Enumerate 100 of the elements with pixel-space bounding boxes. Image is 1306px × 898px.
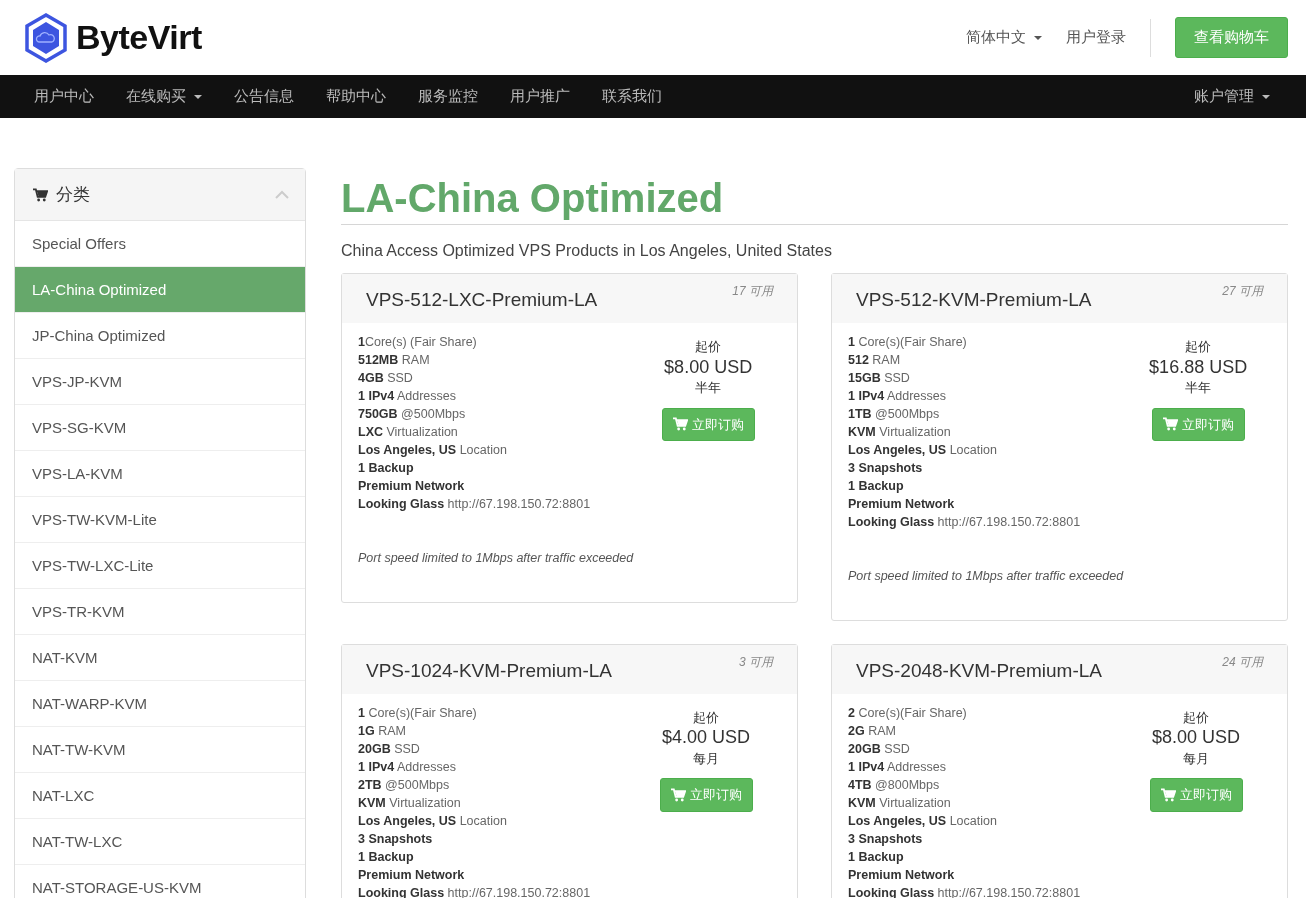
spec-line: Looking Glass http://67.198.150.72:8801 — [358, 496, 592, 513]
nav-link[interactable]: 服务监控 — [402, 85, 494, 108]
availability-count: 24 可用 — [1222, 653, 1263, 671]
page-subtitle: China Access Optimized VPS Products in Los Angeles, United States — [341, 241, 833, 261]
spec-line: Los Angeles, US Location — [358, 812, 508, 830]
caret-icon — [1262, 94, 1270, 99]
login-link[interactable]: 用户登录 — [1066, 26, 1126, 49]
sidebar-item[interactable]: NAT-LXC — [15, 773, 305, 819]
cart-icon — [670, 788, 686, 803]
spec-line: 750GB @500Mbps — [358, 406, 467, 423]
product-name: VPS-512-KVM-Premium-LA — [856, 288, 1092, 312]
price-label: 起价 — [1183, 708, 1209, 727]
sidebar-item[interactable]: VPS-LA-KVM — [15, 451, 305, 497]
spec-line: 2G RAM — [848, 722, 897, 740]
nav-link[interactable]: 帮助中心 — [310, 85, 402, 108]
nav-link[interactable]: 在线购买 — [110, 85, 218, 108]
spec-line: Looking Glass http://67.198.150.72:8801 — [848, 514, 1082, 531]
product-note: Port speed limited to 1Mbps after traffic exceeded — [848, 568, 1124, 585]
spec-line: 3 Snapshots — [358, 830, 434, 848]
spec-line: 2TB @500Mbps — [358, 776, 451, 794]
spec-line: Premium Network — [848, 866, 956, 884]
spec-line: Premium Network — [848, 496, 956, 513]
spec-line: 4GB SSD — [358, 370, 414, 387]
price: $8.00 USD — [1151, 727, 1241, 749]
sidebar-item[interactable]: NAT-STORAGE-US-KVM — [15, 865, 305, 898]
spec-line: 20GB SSD — [358, 740, 421, 758]
language-dropdown[interactable]: 简体中文 — [966, 26, 1042, 49]
nav-link[interactable]: 联系我们 — [586, 85, 678, 108]
chevron-up-icon[interactable] — [275, 190, 289, 199]
sidebar-item[interactable]: VPS-TW-LXC-Lite — [15, 543, 305, 589]
cart-icon — [1162, 417, 1178, 432]
spec-line: 512 RAM — [848, 352, 902, 369]
price-label: 起价 — [695, 338, 722, 356]
cart-icon — [672, 417, 688, 432]
sidebar-item[interactable]: NAT-KVM — [15, 635, 305, 681]
sidebar-title: 分类 — [56, 183, 90, 206]
spec-line: Premium Network — [358, 478, 466, 495]
spec-line: 1 IPv4 Addresses — [848, 388, 947, 405]
spec-line: 1 Core(s)(Fair Share) — [358, 704, 478, 722]
spec-line: 1 Core(s)(Fair Share) — [848, 334, 968, 351]
product-name: VPS-1024-KVM-Premium-LA — [366, 658, 613, 683]
spec-line: 1 Backup — [358, 848, 415, 866]
spec-line: Los Angeles, US Location — [848, 442, 998, 459]
product-name: VPS-2048-KVM-Premium-LA — [856, 658, 1103, 683]
account-menu[interactable]: 账户管理 — [1178, 85, 1286, 108]
spec-line: 20GB SSD — [848, 740, 911, 758]
nav-link[interactable]: 用户推广 — [494, 85, 586, 108]
spec-line: 1Core(s) (Fair Share) — [358, 334, 478, 351]
price: $4.00 USD — [661, 727, 751, 749]
spec-line: KVM Virtualization — [358, 794, 462, 812]
spec-line: 15GB SSD — [848, 370, 911, 387]
spec-line: 3 Snapshots — [848, 460, 924, 477]
cart-icon — [33, 188, 48, 203]
caret-icon — [194, 94, 202, 99]
sidebar-item[interactable]: VPS-JP-KVM — [15, 359, 305, 405]
sidebar-item[interactable]: VPS-TW-KVM-Lite — [15, 497, 305, 543]
spec-line: 1TB @500Mbps — [848, 406, 941, 423]
caret-icon — [1034, 35, 1042, 40]
logo-text[interactable]: ByteVirt — [76, 12, 202, 63]
price: $8.00 USD — [664, 356, 753, 379]
sidebar-item[interactable]: JP-China Optimized — [15, 313, 305, 359]
spec-line: 1G RAM — [358, 722, 407, 740]
sidebar-item[interactable]: NAT-TW-KVM — [15, 727, 305, 773]
billing-cycle: 半年 — [1185, 379, 1212, 398]
spec-line: 1 Backup — [848, 848, 905, 866]
availability-count: 17 可用 — [732, 283, 773, 300]
availability-count: 3 可用 — [739, 653, 773, 671]
sidebar-item[interactable]: NAT-TW-LXC — [15, 819, 305, 865]
billing-cycle: 每月 — [1183, 749, 1209, 768]
spec-line: KVM Virtualization — [848, 424, 952, 441]
sidebar-item[interactable]: VPS-TR-KVM — [15, 589, 305, 635]
nav-link[interactable]: 公告信息 — [218, 85, 310, 108]
spec-line: Premium Network — [358, 866, 466, 884]
price: $16.88 USD — [1149, 356, 1248, 379]
spec-line: 512MB RAM — [358, 352, 431, 369]
cart-icon — [1160, 788, 1176, 803]
spec-line: 1 Backup — [848, 478, 905, 495]
product-name: VPS-512-LXC-Premium-LA — [366, 288, 598, 312]
billing-cycle: 半年 — [695, 379, 722, 398]
spec-line: 1 Backup — [358, 460, 415, 477]
spec-line: 4TB @800Mbps — [848, 776, 941, 794]
logo-icon — [24, 12, 68, 63]
spec-line: 3 Snapshots — [848, 830, 924, 848]
spec-line: KVM Virtualization — [848, 794, 952, 812]
spec-line: 1 IPv4 Addresses — [358, 388, 457, 405]
product-note: Port speed limited to 1Mbps after traffic exceeded — [358, 550, 634, 567]
spec-line: Los Angeles, US Location — [848, 812, 998, 830]
availability-count: 27 可用 — [1222, 283, 1263, 300]
nav-link[interactable]: 用户中心 — [18, 85, 110, 108]
page-title: LA-China Optimized — [341, 175, 725, 222]
sidebar-item[interactable]: NAT-WARP-KVM — [15, 681, 305, 727]
spec-line: 1 IPv4 Addresses — [848, 758, 947, 776]
spec-line: 1 IPv4 Addresses — [358, 758, 457, 776]
spec-line: LXC Virtualization — [358, 424, 459, 441]
price-label: 起价 — [1185, 338, 1212, 356]
price-label: 起价 — [693, 708, 719, 727]
spec-line: Los Angeles, US Location — [358, 442, 508, 459]
spec-line: 2 Core(s)(Fair Share) — [848, 704, 968, 722]
billing-cycle: 每月 — [693, 749, 719, 768]
sidebar-item[interactable]: VPS-SG-KVM — [15, 405, 305, 451]
